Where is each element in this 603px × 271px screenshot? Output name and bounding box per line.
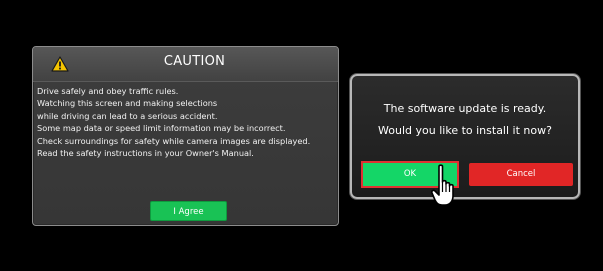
caution-line: Read the safety instructions in your Own…: [37, 148, 254, 159]
cancel-button[interactable]: Cancel: [469, 163, 573, 186]
update-message-line: Would you like to install it now?: [378, 124, 552, 137]
agree-button[interactable]: I Agree: [150, 201, 227, 221]
hand-pointer-icon: [430, 164, 454, 206]
update-message-line: The software update is ready.: [383, 102, 547, 115]
caution-text: Drive safely and obey traffic rules. Wat…: [37, 85, 337, 159]
dialog-button-row: OK Cancel: [361, 161, 573, 188]
caution-line: Check surroundings for safety while came…: [37, 135, 311, 146]
caution-title: CAUTION: [163, 54, 226, 69]
update-message: The software update is ready. Would you …: [352, 98, 578, 142]
caution-header: CAUTION: [33, 47, 338, 82]
screen: CAUTION Drive safely and obey traffic ru…: [0, 0, 603, 271]
caution-line: Some map data or speed limit information…: [37, 123, 286, 134]
caution-line: while driving can lead to a serious acci…: [37, 110, 218, 121]
caution-line: Drive safely and obey traffic rules.: [37, 86, 179, 96]
caution-dialog: CAUTION Drive safely and obey traffic ru…: [32, 46, 339, 226]
caution-line: Watching this screen and making selectio…: [37, 98, 218, 109]
software-update-dialog: The software update is ready. Would you …: [350, 74, 580, 199]
